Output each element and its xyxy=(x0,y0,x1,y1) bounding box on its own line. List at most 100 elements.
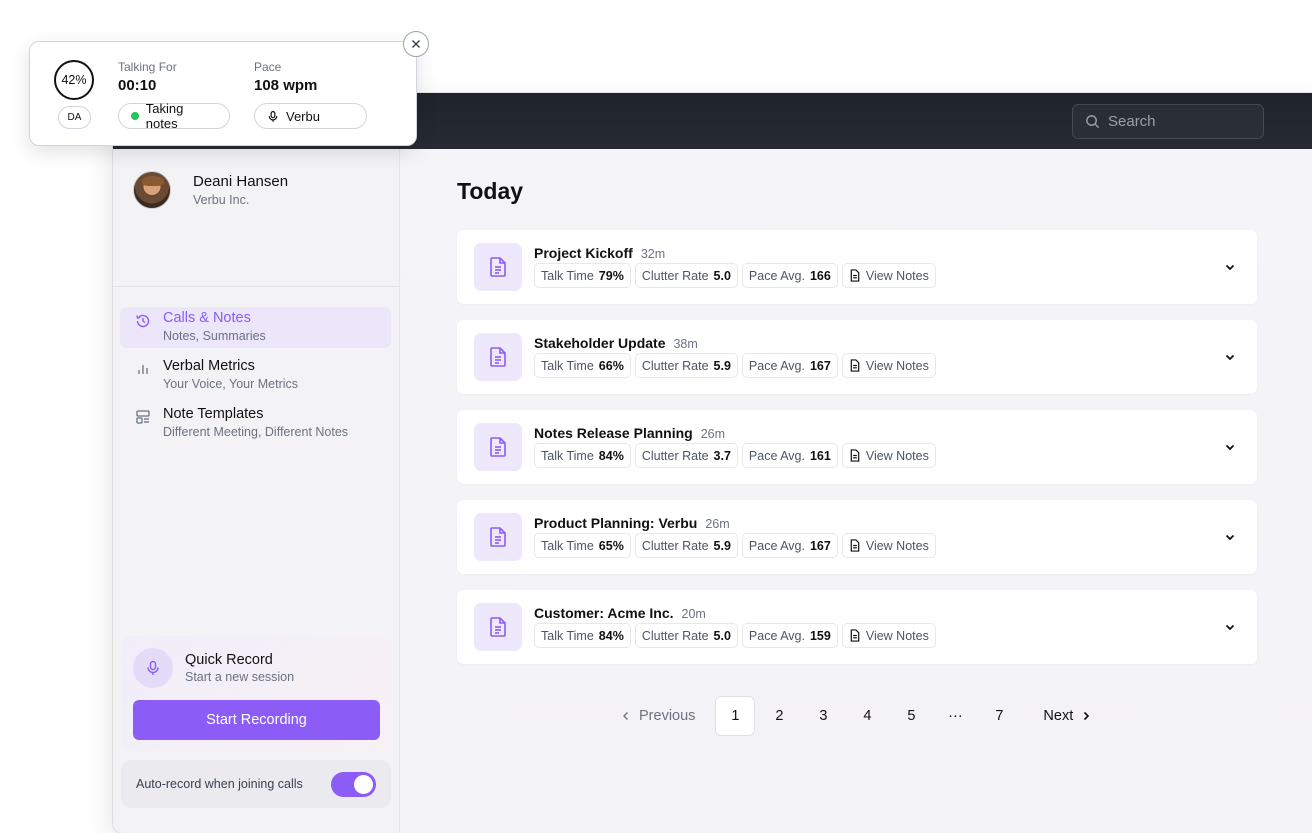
app-window: Search Deani Hansen Verbu Inc. Calls & N… xyxy=(113,93,1312,833)
sidebar-item-verbal-metrics[interactable]: Verbal Metrics Your Voice, Your Metrics xyxy=(120,355,391,396)
next-page-button[interactable]: Next xyxy=(1043,708,1091,724)
call-card[interactable]: Customer: Acme Inc. 20m Talk Time 84% Clut… xyxy=(457,590,1257,664)
auto-record-toggle[interactable] xyxy=(331,771,376,797)
view-notes-button[interactable]: View Notes xyxy=(841,533,936,558)
notes-icon xyxy=(850,449,860,462)
clutter-rate-chip: Clutter Rate 5.0 xyxy=(634,263,738,288)
view-notes-label: View Notes xyxy=(865,448,929,463)
nav-title: Note Templates xyxy=(163,406,264,422)
talking-for-label: Talking For xyxy=(118,60,177,74)
nav-subtitle: Notes, Summaries xyxy=(163,329,266,343)
talk-time-label: Talk Time xyxy=(541,358,594,373)
call-title: Notes Release Planning 26m xyxy=(534,425,725,441)
history-icon xyxy=(136,314,150,328)
clutter-rate-label: Clutter Rate xyxy=(641,358,709,373)
chevron-down-icon[interactable] xyxy=(1223,440,1237,454)
pace-avg-chip: Pace Avg. 159 xyxy=(741,623,838,648)
next-label: Next xyxy=(1043,708,1074,724)
clutter-rate-value: 5.9 xyxy=(713,358,731,373)
clutter-rate-label: Clutter Rate xyxy=(641,628,709,643)
clutter-rate-label: Clutter Rate xyxy=(641,448,709,463)
notes-icon xyxy=(850,629,860,642)
notes-icon xyxy=(850,269,860,282)
talk-time-label: Talk Time xyxy=(541,268,594,283)
talk-time-label: Talk Time xyxy=(541,628,594,643)
microphone-icon xyxy=(268,110,278,122)
pace-avg-label: Pace Avg. xyxy=(748,448,805,463)
pace-avg-chip: Pace Avg. 161 xyxy=(741,443,838,468)
microphone-selector[interactable]: Verbu xyxy=(254,103,367,129)
clutter-rate-value: 5.9 xyxy=(713,538,731,553)
talk-time-chip: Talk Time 79% xyxy=(534,263,631,288)
talk-time-chip: Talk Time 66% xyxy=(534,353,631,378)
page-number-button[interactable]: 1 xyxy=(715,696,756,736)
talking-for-stat: Talking For 00:10 xyxy=(118,60,177,94)
call-title: Product Planning: Verbu 26m xyxy=(534,515,730,531)
call-card[interactable]: Project Kickoff 32m Talk Time 79% Clutter … xyxy=(457,230,1257,304)
document-icon xyxy=(474,333,522,381)
view-notes-button[interactable]: View Notes xyxy=(841,263,936,288)
page-number-button[interactable]: 5 xyxy=(891,696,931,736)
status-dot-icon xyxy=(131,112,139,120)
call-card[interactable]: Stakeholder Update 38m Talk Time 66% Clutt… xyxy=(457,320,1257,394)
quick-record-title: Quick Record xyxy=(185,652,273,668)
pace-value: 108 wpm xyxy=(254,77,318,94)
pace-avg-chip: Pace Avg. 167 xyxy=(741,533,838,558)
pace-avg-label: Pace Avg. xyxy=(748,538,805,553)
view-notes-button[interactable]: View Notes xyxy=(841,623,936,648)
pace-label: Pace xyxy=(254,60,282,74)
call-card[interactable]: Notes Release Planning 26m Talk Time 84% C… xyxy=(457,410,1257,484)
user-profile[interactable]: Deani Hansen Verbu Inc. xyxy=(133,171,288,209)
avatar xyxy=(133,171,171,209)
talk-percent-ring: 42% xyxy=(54,60,94,100)
call-list: Project Kickoff 32m Talk Time 79% Clutter … xyxy=(457,230,1257,680)
page-numbers: 1 2 3 4 5 ··· 7 xyxy=(715,696,1023,736)
pace-avg-label: Pace Avg. xyxy=(748,358,805,373)
call-title: Stakeholder Update 38m xyxy=(534,335,698,351)
view-notes-button[interactable]: View Notes xyxy=(841,353,936,378)
chevron-down-icon[interactable] xyxy=(1223,350,1237,364)
start-recording-button[interactable]: Start Recording xyxy=(133,700,380,740)
call-metrics: Talk Time 66% Clutter Rate 5.9 Pace Avg. 16… xyxy=(534,353,936,378)
clutter-rate-chip: Clutter Rate 5.9 xyxy=(634,353,738,378)
call-duration: 32m xyxy=(640,247,666,261)
speaker-initials: DA xyxy=(58,106,91,129)
talk-time-value: 66% xyxy=(598,358,624,373)
chevron-down-icon[interactable] xyxy=(1223,620,1237,634)
page-number-button[interactable]: 7 xyxy=(979,696,1019,736)
clutter-rate-label: Clutter Rate xyxy=(641,538,709,553)
pagination: Previous 1 2 3 4 5 ··· 7 Next xyxy=(621,696,1091,736)
sidebar-item-note-templates[interactable]: Note Templates Different Meeting, Differ… xyxy=(120,403,391,444)
call-title-text: Project Kickoff xyxy=(534,245,633,261)
chevron-right-icon xyxy=(1084,711,1090,721)
call-card[interactable]: Product Planning: Verbu 26m Talk Time 65% … xyxy=(457,500,1257,574)
page-title: Today xyxy=(457,178,524,204)
close-button[interactable] xyxy=(403,31,429,57)
view-notes-button[interactable]: View Notes xyxy=(841,443,936,468)
chevron-down-icon[interactable] xyxy=(1223,530,1237,544)
talk-time-chip: Talk Time 84% xyxy=(534,443,631,468)
talk-time-chip: Talk Time 65% xyxy=(534,533,631,558)
clutter-rate-value: 3.7 xyxy=(713,448,731,463)
search-input[interactable]: Search xyxy=(1072,104,1264,139)
call-metrics: Talk Time 84% Clutter Rate 3.7 Pace Avg. 16… xyxy=(534,443,936,468)
call-title-text: Notes Release Planning xyxy=(534,425,693,441)
call-title-text: Customer: Acme Inc. xyxy=(534,605,674,621)
sidebar-item-calls-notes[interactable]: Calls & Notes Notes, Summaries xyxy=(120,307,391,348)
document-icon xyxy=(474,513,522,561)
clutter-rate-value: 5.0 xyxy=(713,268,731,283)
chevron-down-icon[interactable] xyxy=(1223,260,1237,274)
close-icon xyxy=(412,40,420,48)
page-number-button[interactable]: 2 xyxy=(759,696,799,736)
page-number-button[interactable]: 4 xyxy=(847,696,887,736)
sidebar-nav: Calls & Notes Notes, Summaries Verbal Me… xyxy=(120,307,391,451)
bar-chart-icon xyxy=(138,365,148,374)
auto-record-label: Auto-record when joining calls xyxy=(136,777,303,791)
clutter-rate-chip: Clutter Rate 5.0 xyxy=(634,623,738,648)
previous-page-button[interactable]: Previous xyxy=(621,708,695,724)
taking-notes-status[interactable]: Taking notes xyxy=(118,101,230,131)
user-org: Verbu Inc. xyxy=(193,193,250,207)
divider xyxy=(113,286,399,287)
page-number-button[interactable]: 3 xyxy=(803,696,843,736)
call-title: Project Kickoff 32m xyxy=(534,245,665,261)
